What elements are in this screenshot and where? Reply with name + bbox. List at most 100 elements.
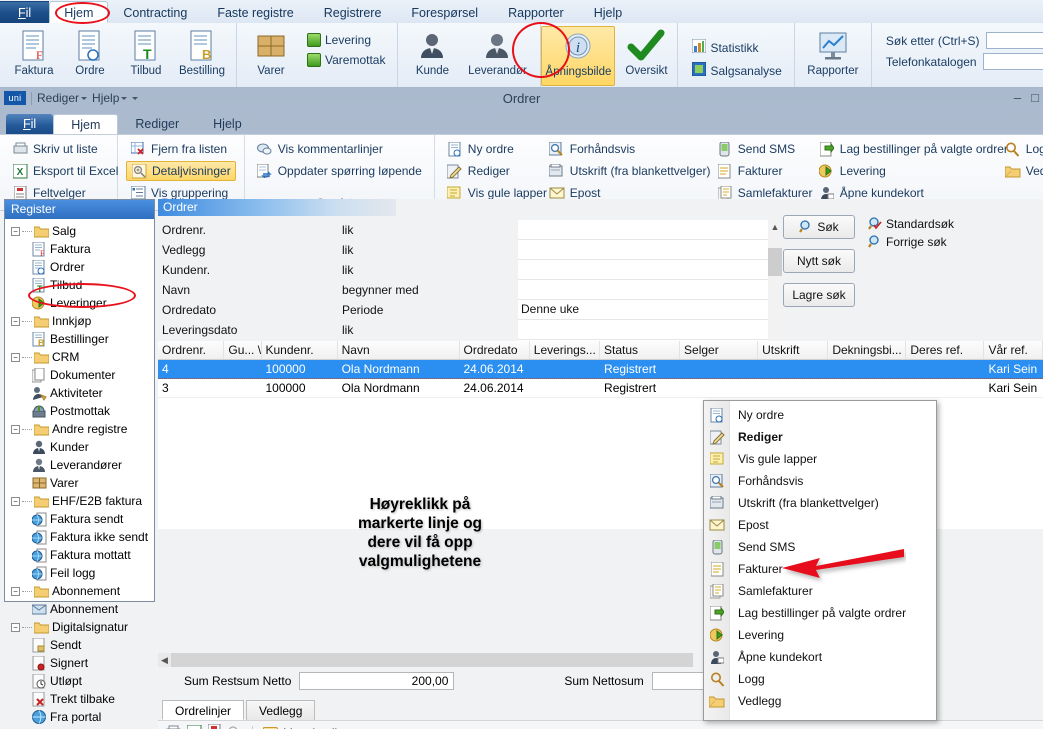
filter-value-input[interactable]: Denne uke <box>518 300 768 320</box>
ribbon-item-fjern-fra-listen[interactable]: Fjern fra listen <box>126 139 236 159</box>
scroll-left-icon[interactable]: ◀ <box>158 655 171 666</box>
filter-operator[interactable]: lik <box>342 243 502 257</box>
apningsbilde-button[interactable]: i Åpningsbilde <box>541 26 615 86</box>
ribbon-item-detaljvisninger[interactable]: Detaljvisninger <box>126 161 236 181</box>
ordre-button[interactable]: Ordre <box>62 26 118 77</box>
app-tab-hjelp[interactable]: Hjelp <box>579 1 638 23</box>
tree-item-faktura-ikke-sendt[interactable]: Faktura ikke sendt <box>9 528 154 546</box>
tree-item-innkjøp[interactable]: −Innkjøp <box>9 312 154 330</box>
tree-item-aktiviteter[interactable]: Aktiviteter <box>9 384 154 402</box>
rapporter-button[interactable]: Rapporter <box>801 26 865 77</box>
ribbon-item-vis-kommentarlinjer[interactable]: Vis kommentarlinjer <box>253 139 426 159</box>
grid-column-header[interactable]: Ordrenr. <box>158 341 224 359</box>
filter-scrollbar[interactable]: ▲ ▼ <box>768 220 782 360</box>
grid-column-header[interactable]: Selger <box>680 341 758 359</box>
context-menu-item-rediger[interactable]: Rediger <box>704 426 936 448</box>
context-menu-item-utskrift-fra-blankettvelger-[interactable]: Utskrift (fra blankettvelger) <box>704 492 936 514</box>
varemottak-item[interactable]: Varemottak <box>303 50 389 70</box>
context-menu-item-vedlegg[interactable]: Vedlegg <box>704 690 936 712</box>
ordrer-tab-hjelp[interactable]: Hjelp <box>196 114 259 135</box>
app-tab-foresp-rsel[interactable]: Forespørsel <box>396 1 493 23</box>
leverandor-button[interactable]: Leverandør <box>460 26 534 77</box>
fieldchooser-icon[interactable] <box>208 724 221 729</box>
filter-operator[interactable]: Periode <box>342 303 502 317</box>
tree-item-bestillinger[interactable]: BBestillinger <box>9 330 154 348</box>
tree-item-tilbud[interactable]: TTilbud <box>9 276 154 294</box>
app-tab-hjem[interactable]: Hjem <box>49 1 108 23</box>
filter-value-input[interactable] <box>518 280 768 300</box>
sok-button[interactable]: Søk <box>783 215 855 239</box>
search-etter-combo[interactable] <box>986 32 1043 49</box>
tree-expander-icon[interactable]: − <box>11 497 20 506</box>
ordrer-tab-rediger[interactable]: Rediger <box>118 114 196 135</box>
grid-column-header[interactable]: Leverings... <box>530 341 600 359</box>
salgsanalyse-item[interactable]: Salgsanalyse <box>688 59 785 82</box>
filter-value-input[interactable] <box>518 220 768 240</box>
scroll-up-icon[interactable]: ▲ <box>768 220 782 234</box>
forrige-sok-link[interactable]: Forrige søk <box>868 233 954 251</box>
tree-item-sendt[interactable]: Sendt <box>9 636 154 654</box>
context-menu-item-forhåndsvis[interactable]: Forhåndsvis <box>704 470 936 492</box>
tree-item-signert[interactable]: Signert <box>9 654 154 672</box>
app-tab-registrere[interactable]: Registrere <box>309 1 397 23</box>
ribbon-item-rediger[interactable]: Rediger <box>443 161 529 181</box>
ribbon-item-lag-bestillinger-på-valgte-ordrer[interactable]: Lag bestillinger på valgte ordrer <box>815 139 985 159</box>
oversikt-button[interactable]: Oversikt <box>615 26 677 77</box>
ordrer-tab-hjem[interactable]: Hjem <box>53 114 118 135</box>
tree-expander-icon[interactable]: − <box>11 587 20 596</box>
ribbon-item-forhåndsvis[interactable]: Forhåndsvis <box>545 139 697 159</box>
orders-grid-hscrollbar[interactable]: ◀ <box>158 653 693 667</box>
context-menu-item-epost[interactable]: Epost <box>704 514 936 536</box>
ribbon-item-oppdater-spørring-løpende[interactable]: Oppdater spørring løpende <box>253 161 426 181</box>
tree-item-varer[interactable]: Varer <box>9 474 154 492</box>
ribbon-item-fakturer[interactable]: Fakturer <box>713 161 799 181</box>
varer-button[interactable]: Varer <box>243 26 299 77</box>
tree-item-trekt-tilbake[interactable]: Trekt tilbake <box>9 690 154 708</box>
lagre-sok-button[interactable]: Lagre søk <box>783 283 855 307</box>
tree-item-ordrer[interactable]: Ordrer <box>9 258 154 276</box>
tree-item-dokumenter[interactable]: Dokumenter <box>9 366 154 384</box>
table-row[interactable]: 3100000Ola Nordmann24.06.2014RegistrertK… <box>158 379 1043 398</box>
tree-item-digitalsignatur[interactable]: −Digitalsignatur <box>9 618 154 636</box>
bestilling-button[interactable]: B Bestilling <box>174 26 230 77</box>
context-menu-item-lag-bestillinger-på-valgte-ordrer[interactable]: Lag bestillinger på valgte ordrer <box>704 602 936 624</box>
filter-operator[interactable]: begynner med <box>342 283 502 297</box>
ribbon-item-levering[interactable]: Levering <box>815 161 985 181</box>
print-icon[interactable] <box>166 725 181 729</box>
app-tab-fil[interactable]: Fil <box>0 1 49 23</box>
ribbon-item-skriv-ut-liste[interactable]: Skriv ut liste <box>8 139 109 159</box>
grid-column-header[interactable]: Gu... \ <box>224 341 261 359</box>
tree-item-salg[interactable]: −Salg <box>9 222 154 240</box>
grid-column-header[interactable]: Navn <box>338 341 460 359</box>
nytt-sok-button[interactable]: Nytt søk <box>783 249 855 273</box>
tree-item-andre-registre[interactable]: −Andre registre <box>9 420 154 438</box>
kunde-button[interactable]: Kunde <box>404 26 460 77</box>
app-tab-rapporter[interactable]: Rapporter <box>493 1 579 23</box>
ribbon-item-utskrift-fra-blankettvelger-[interactable]: Utskrift (fra blankettvelger) <box>545 161 697 181</box>
filter-value-input[interactable] <box>518 240 768 260</box>
tree-item-ehf-e2b-faktura[interactable]: −EHF/E2B faktura <box>9 492 154 510</box>
tree-item-leveringer[interactable]: Leveringer <box>9 294 154 312</box>
grid-column-header[interactable]: Dekningsbi... <box>828 341 906 359</box>
detail-tab-ordrelinjer[interactable]: Ordrelinjer <box>162 700 244 720</box>
tree-item-feil-logg[interactable]: Feil logg <box>9 564 154 582</box>
grid-column-header[interactable]: Ordredato <box>460 341 530 359</box>
tree-item-fra-portal[interactable]: Fra portal <box>9 708 154 726</box>
ribbon-item-send-sms[interactable]: Send SMS <box>713 139 799 159</box>
grid-column-header[interactable]: Vår ref. <box>984 341 1043 359</box>
telefonkatalogen-combo[interactable] <box>983 53 1043 70</box>
tree-item-leverandører[interactable]: Leverandører <box>9 456 154 474</box>
ribbon-item-logg[interactable]: Logg <box>1001 139 1043 159</box>
maximize-icon[interactable]: □ <box>1031 90 1039 105</box>
filter-value-input[interactable] <box>518 320 768 340</box>
tree-item-crm[interactable]: −CRM <box>9 348 154 366</box>
ribbon-item-vedlegg[interactable]: Vedlegg <box>1001 161 1043 181</box>
faktura-button[interactable]: F Faktura <box>6 26 62 77</box>
tree-item-faktura[interactable]: FFaktura <box>9 240 154 258</box>
tree-item-postmottak[interactable]: Postmottak <box>9 402 154 420</box>
levering-item[interactable]: Levering <box>303 30 389 50</box>
tree-expander-icon[interactable]: − <box>11 227 20 236</box>
minimize-icon[interactable]: – <box>1014 90 1021 105</box>
context-menu-item-logg[interactable]: Logg <box>704 668 936 690</box>
hscrollbar-track[interactable] <box>171 653 693 667</box>
